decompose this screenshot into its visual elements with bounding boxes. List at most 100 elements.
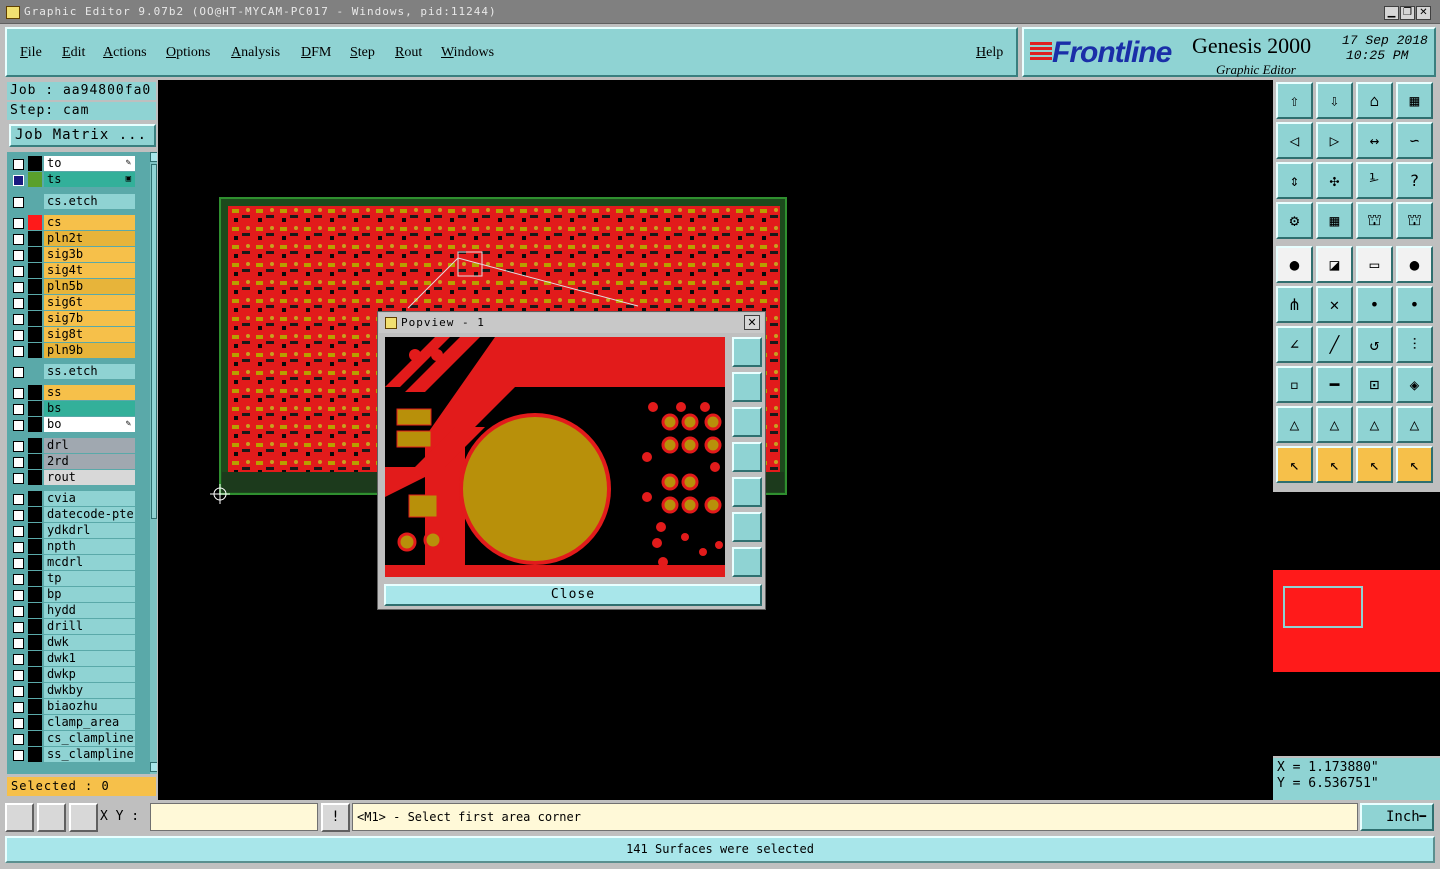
layer-row-mcdrl[interactable]: mcdrl — [9, 555, 135, 571]
layer-scrollbar[interactable] — [150, 152, 157, 774]
menu-dfm[interactable]: DFM — [301, 45, 331, 61]
popview-pan-up-icon[interactable] — [732, 372, 762, 402]
triangle-c-icon[interactable]: △ — [1356, 406, 1393, 443]
layer-name[interactable]: pln2t — [44, 231, 135, 246]
popview-close-x-button[interactable]: ✕ — [744, 315, 760, 330]
layer-checkbox[interactable] — [13, 638, 24, 649]
layer-row-pln2t[interactable]: pln2t — [9, 231, 135, 247]
layer-name[interactable]: sig7b — [44, 311, 135, 326]
layer-name[interactable]: sig8t — [44, 327, 135, 342]
triangle-a-icon[interactable]: △ — [1276, 406, 1313, 443]
triangle-b-icon[interactable]: △ — [1316, 406, 1353, 443]
layer-name[interactable]: ss — [44, 385, 135, 400]
job-matrix-button[interactable]: Job Matrix ... — [9, 124, 156, 147]
layer-checkbox[interactable] — [13, 686, 24, 697]
layer-row-cvia[interactable]: cvia — [9, 491, 135, 507]
unit-select[interactable]: Inch ━ — [1360, 803, 1434, 831]
popview-zoom-in-icon[interactable] — [732, 512, 762, 542]
layer-checkbox[interactable] — [13, 441, 24, 452]
layer-name[interactable]: pln5b — [44, 279, 135, 294]
layer-checkbox[interactable] — [13, 250, 24, 261]
menu-options[interactable]: Options — [166, 45, 210, 61]
layer-checkbox[interactable] — [13, 234, 24, 245]
layer-checkbox[interactable] — [13, 670, 24, 681]
layer-row-ydkdrl[interactable]: ydkdrl — [9, 523, 135, 539]
layer-name[interactable]: pln9b — [44, 343, 135, 358]
arc-icon[interactable]: ↺ — [1356, 326, 1393, 363]
layer-name[interactable]: dwkby — [44, 683, 135, 698]
xy-input[interactable] — [150, 803, 318, 831]
query-icon[interactable]: ? — [1396, 162, 1433, 199]
layer-name[interactable]: rout — [44, 470, 135, 485]
popview-zoom-out-icon[interactable] — [732, 547, 762, 577]
layer-checkbox[interactable] — [13, 750, 24, 761]
shapes-icon[interactable]: ◈ — [1396, 366, 1433, 403]
layer-checkbox[interactable] — [13, 734, 24, 745]
layer-checkbox[interactable] — [13, 298, 24, 309]
layer-checkbox[interactable] — [13, 330, 24, 341]
center-icon[interactable]: ⊡ — [1356, 366, 1393, 403]
layer-checkbox[interactable] — [13, 266, 24, 277]
layer-checkbox[interactable] — [13, 654, 24, 665]
layer-row-bs[interactable]: bs — [9, 401, 135, 417]
layer-row-datecode-pte[interactable]: datecode-pte — [9, 507, 135, 523]
layer-checkbox[interactable] — [13, 718, 24, 729]
layer-row-sig6t[interactable]: sig6t — [9, 295, 135, 311]
layer-row-ss_clampline[interactable]: ss_clampline — [9, 747, 135, 763]
layer-name[interactable]: clamp_area — [44, 715, 135, 730]
layer-row-ts[interactable]: ts ▣ — [9, 172, 135, 188]
layer-name[interactable]: ss_clampline — [44, 747, 135, 762]
layer-name[interactable]: bo — [44, 417, 135, 432]
layer-row-biaozhu[interactable]: biaozhu — [9, 699, 135, 715]
layer-name[interactable]: biaozhu — [44, 699, 135, 714]
layer-checkbox[interactable] — [13, 218, 24, 229]
layer-name[interactable]: to — [44, 156, 135, 171]
layer-name[interactable]: drl — [44, 438, 135, 453]
layer-row-ss.etch[interactable]: ss.etch — [9, 364, 135, 380]
layer-row-dwkby[interactable]: dwkby — [9, 683, 135, 699]
select-circle-icon[interactable]: ↖ — [1356, 446, 1393, 483]
layer-name[interactable]: ss.etch — [44, 364, 135, 379]
layer-row-rout[interactable]: rout — [9, 470, 135, 486]
line-red-blue-icon[interactable]: ◪ — [1316, 246, 1353, 283]
zoom-home-icon[interactable]: ⇧ — [1276, 82, 1313, 119]
cross-nodes-icon[interactable]: ✕ — [1316, 286, 1353, 323]
select-arrow-icon[interactable]: ↖ — [1276, 446, 1313, 483]
snap-icon[interactable]: ∽ — [1396, 122, 1433, 159]
layer-checkbox[interactable] — [13, 367, 24, 378]
popview-close-button[interactable]: Close — [384, 584, 762, 606]
layer-checkbox[interactable] — [13, 558, 24, 569]
layer-name[interactable]: cvia — [44, 491, 135, 506]
layer-name[interactable]: ydkdrl — [44, 523, 135, 538]
snap-diagonal-icon[interactable] — [37, 803, 66, 832]
zoom-window-icon[interactable]: ▦ — [1396, 82, 1433, 119]
layer-checkbox[interactable] — [13, 420, 24, 431]
layer-checkbox[interactable] — [13, 526, 24, 537]
layer-name[interactable]: bp — [44, 587, 135, 602]
layer-row-tp[interactable]: tp — [9, 571, 135, 587]
layer-name[interactable]: sig4t — [44, 263, 135, 278]
layer-checkbox[interactable] — [13, 606, 24, 617]
ratio-icon[interactable]: ⅟ — [1356, 162, 1393, 199]
layer-row-2rd[interactable]: 2rd — [9, 454, 135, 470]
zoom-house-icon[interactable]: ⌂ — [1356, 82, 1393, 119]
app-icon[interactable] — [6, 6, 20, 19]
zoom-page-icon[interactable]: ⇩ — [1316, 82, 1353, 119]
scroll-up-arrow[interactable] — [150, 152, 157, 162]
layer-name[interactable]: cs_clampline — [44, 731, 135, 746]
layer-row-clamp_area[interactable]: clamp_area — [9, 715, 135, 731]
layer-name[interactable]: 2rd — [44, 454, 135, 469]
layer-row-pln5b[interactable]: pln5b — [9, 279, 135, 295]
layer-row-hydd[interactable]: hydd — [9, 603, 135, 619]
snap-grid-icon[interactable] — [69, 803, 98, 832]
maximize-button[interactable]: ❐ — [1400, 6, 1415, 20]
zoom-in-icon[interactable]: ⇕ — [1276, 162, 1313, 199]
layer-row-cs_clampline[interactable]: cs_clampline — [9, 731, 135, 747]
connect-nodes-icon[interactable]: ⋔ — [1276, 286, 1313, 323]
menu-windows[interactable]: Windows — [441, 45, 494, 61]
measure-tool-icon[interactable]: ⚙ — [1276, 202, 1313, 239]
layer-checkbox[interactable] — [13, 282, 24, 293]
layer-name[interactable]: dwk1 — [44, 651, 135, 666]
layer-checkbox[interactable] — [13, 574, 24, 585]
split-icon[interactable]: ⫶ — [1396, 326, 1433, 363]
